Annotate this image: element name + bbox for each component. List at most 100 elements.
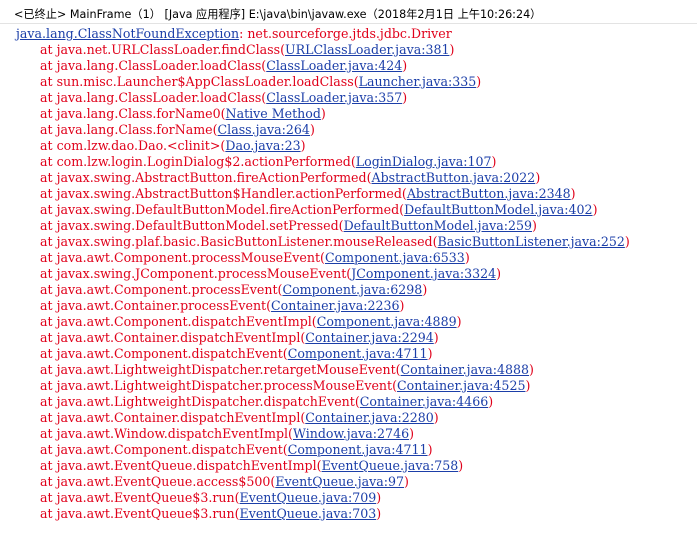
stack-frame-line: at java.awt.Container.dispatchEventImpl(… (16, 410, 696, 426)
stack-frame-method: at java.awt.Component.processMouseEvent( (40, 250, 325, 265)
exception-line: java.lang.ClassNotFoundException: net.so… (16, 26, 696, 42)
stack-frame-method: at java.lang.Class.forName0( (40, 106, 226, 121)
stack-frame-source-link[interactable]: BasicButtonListener.java:252 (438, 234, 625, 249)
stack-frame-method: at java.awt.Window.dispatchEventImpl( (40, 426, 293, 441)
stack-frame-line: at java.lang.Class.forName(Class.java:26… (16, 122, 696, 138)
stack-frame-source-link[interactable]: Component.java:6298 (282, 282, 422, 297)
stack-frame-source-link[interactable]: Dao.java:23 (225, 138, 300, 153)
console-output[interactable]: java.lang.ClassNotFoundException: net.so… (16, 26, 696, 522)
stack-frame-source-link[interactable]: Component.java:4711 (288, 346, 428, 361)
stack-frame-close-paren: ) (402, 58, 408, 73)
console-header: <已终止> MainFrame（1） [Java 应用程序] E:\java\b… (0, 0, 697, 24)
stack-frame-source-link[interactable]: Container.java:2294 (305, 330, 433, 345)
exception-type-link[interactable]: java.lang.ClassNotFoundException (16, 26, 239, 41)
stack-frame-close-paren: ) (456, 314, 462, 329)
stack-frame-method: at com.lzw.login.LoginDialog$2.actionPer… (40, 154, 356, 169)
stack-frame-close-paren: ) (320, 106, 326, 121)
stack-frame-line: at java.lang.ClassLoader.loadClass(Class… (16, 90, 696, 106)
stack-frame-close-paren: ) (433, 330, 439, 345)
stack-frame-line: at java.awt.Component.dispatchEvent(Comp… (16, 442, 696, 458)
stack-frame-source-link[interactable]: EventQueue.java:97 (275, 474, 404, 489)
stack-frame-close-paren: ) (488, 394, 494, 409)
stack-frame-method: at javax.swing.JComponent.processMouseEv… (40, 266, 352, 281)
stack-frame-close-paren: ) (532, 218, 537, 233)
stack-frame-source-link[interactable]: Component.java:6533 (325, 250, 465, 265)
stack-frame-source-link[interactable]: DefaultButtonModel.java:259 (344, 218, 532, 233)
stack-frame-method: at javax.swing.AbstractButton$Handler.ac… (40, 186, 407, 201)
stack-frame-source-link[interactable]: Container.java:4466 (360, 394, 488, 409)
stack-frame-method: at java.awt.Component.dispatchEvent( (40, 346, 288, 361)
stack-frame-close-paren: ) (491, 154, 497, 169)
stack-frame-source-link[interactable]: ClassLoader.java:424 (266, 58, 402, 73)
stack-frame-source-link[interactable]: LoginDialog.java:107 (356, 154, 492, 169)
stack-frame-close-paren: ) (535, 170, 541, 185)
stack-frame-line: at java.lang.ClassLoader.loadClass(Class… (16, 58, 696, 74)
stack-frame-line: at sun.misc.Launcher$AppClassLoader.load… (16, 74, 696, 90)
stack-frame-line: at java.awt.Component.dispatchEventImpl(… (16, 314, 696, 330)
stack-frame-close-paren: ) (409, 426, 415, 441)
stack-frame-method: at java.awt.Component.processEvent( (40, 282, 283, 297)
stack-frame-close-paren: ) (525, 378, 531, 393)
stack-frame-source-link[interactable]: Component.java:4711 (288, 442, 428, 457)
stack-frame-source-link[interactable]: EventQueue.java:709 (240, 490, 377, 505)
stack-frame-method: at sun.misc.Launcher$AppClassLoader.load… (40, 74, 359, 89)
stack-frame-method: at java.awt.Container.dispatchEventImpl( (40, 330, 306, 345)
stack-frame-source-link[interactable]: Window.java:2746 (293, 426, 409, 441)
stack-frame-source-link[interactable]: Container.java:4525 (397, 378, 525, 393)
stack-frame-close-paren: ) (464, 250, 470, 265)
stack-frame-source-link[interactable]: ClassLoader.java:357 (266, 90, 402, 105)
stack-frame-method: at javax.swing.DefaultButtonModel.fireAc… (40, 202, 405, 217)
stack-frame-line: at java.awt.EventQueue$3.run(EventQueue.… (16, 490, 696, 506)
stack-frame-source-link[interactable]: Container.java:2236 (271, 298, 399, 313)
stack-frame-line: at java.awt.Component.processEvent(Compo… (16, 282, 696, 298)
stack-frame-source-link[interactable]: AbstractButton.java:2022 (371, 170, 535, 185)
stack-frame-line: at com.lzw.dao.Dao.<clinit>(Dao.java:23) (16, 138, 696, 154)
stack-frame-source-link[interactable]: URLClassLoader.java:381 (285, 42, 449, 57)
stack-frame-source-link[interactable]: JComponent.java:3324 (351, 266, 496, 281)
stack-frame-source-link[interactable]: Class.java:264 (218, 122, 310, 137)
stack-frame-method: at javax.swing.plaf.basic.BasicButtonLis… (40, 234, 438, 249)
stack-frame-source-link[interactable]: Container.java:4888 (401, 362, 529, 377)
stack-frame-method: at java.lang.ClassLoader.loadClass( (40, 90, 267, 105)
stack-frame-line: at java.awt.EventQueue$3.run(EventQueue.… (16, 506, 696, 522)
stack-frame-line: at com.lzw.login.LoginDialog$2.actionPer… (16, 154, 696, 170)
stack-frame-close-paren: ) (624, 234, 630, 249)
stack-frame-line: at java.awt.Container.processEvent(Conta… (16, 298, 696, 314)
stack-frame-close-paren: ) (309, 122, 315, 137)
stack-frame-close-paren: ) (399, 298, 405, 313)
stack-frame-source-link[interactable]: Container.java:2280 (305, 410, 433, 425)
stack-frame-close-paren: ) (422, 282, 428, 297)
stack-frame-source-link[interactable]: Launcher.java:335 (359, 74, 477, 89)
stack-frame-source-link[interactable]: AbstractButton.java:2348 (407, 186, 571, 201)
stack-frame-source-link[interactable]: Component.java:4889 (317, 314, 457, 329)
stack-frame-line: at javax.swing.DefaultButtonModel.fireAc… (16, 202, 696, 218)
stack-frame-source-link[interactable]: EventQueue.java:758 (322, 458, 459, 473)
stack-frame-source-link[interactable]: Native Method (226, 106, 321, 121)
stack-frame-close-paren: ) (402, 90, 408, 105)
stack-frame-close-paren: ) (496, 266, 502, 281)
exception-message: : net.sourceforge.jtds.jdbc.Driver (239, 26, 452, 41)
stack-frame-method: at java.awt.EventQueue.dispatchEventImpl… (40, 458, 322, 473)
stack-frame-method: at java.awt.LightweightDispatcher.retarg… (40, 362, 401, 377)
stack-frame-line: at javax.swing.AbstractButton.fireAction… (16, 170, 696, 186)
stack-frame-method: at java.awt.EventQueue$3.run( (40, 506, 240, 521)
stack-frame-method: at javax.swing.DefaultButtonModel.setPre… (40, 218, 344, 233)
stack-frame-method: at java.awt.LightweightDispatcher.proces… (40, 378, 398, 393)
stack-frame-line: at java.awt.Container.dispatchEventImpl(… (16, 330, 696, 346)
stack-frame-close-paren: ) (476, 74, 482, 89)
stack-frame-method: at java.lang.Class.forName( (40, 122, 218, 137)
stack-frame-close-paren: ) (376, 506, 382, 521)
console-title: <已终止> MainFrame（1） [Java 应用程序] E:\java\b… (14, 8, 542, 21)
stack-frame-method: at java.awt.Container.dispatchEventImpl( (40, 410, 306, 425)
stack-frame-method: at com.lzw.dao.Dao.<clinit>( (40, 138, 226, 153)
stack-frame-source-link[interactable]: EventQueue.java:703 (240, 506, 377, 521)
stack-frame-line: at javax.swing.plaf.basic.BasicButtonLis… (16, 234, 696, 250)
stack-frame-method: at java.awt.EventQueue$3.run( (40, 490, 240, 505)
stack-frame-line: at java.net.URLClassLoader.findClass(URL… (16, 42, 696, 58)
stack-frame-close-paren: ) (376, 490, 382, 505)
stack-frame-line: at java.awt.LightweightDispatcher.proces… (16, 378, 696, 394)
stack-frame-close-paren: ) (404, 474, 409, 489)
stack-frame-source-link[interactable]: DefaultButtonModel.java:402 (404, 202, 592, 217)
stack-frame-line: at java.awt.LightweightDispatcher.dispat… (16, 394, 696, 410)
stack-frame-method: at java.net.URLClassLoader.findClass( (40, 42, 285, 57)
